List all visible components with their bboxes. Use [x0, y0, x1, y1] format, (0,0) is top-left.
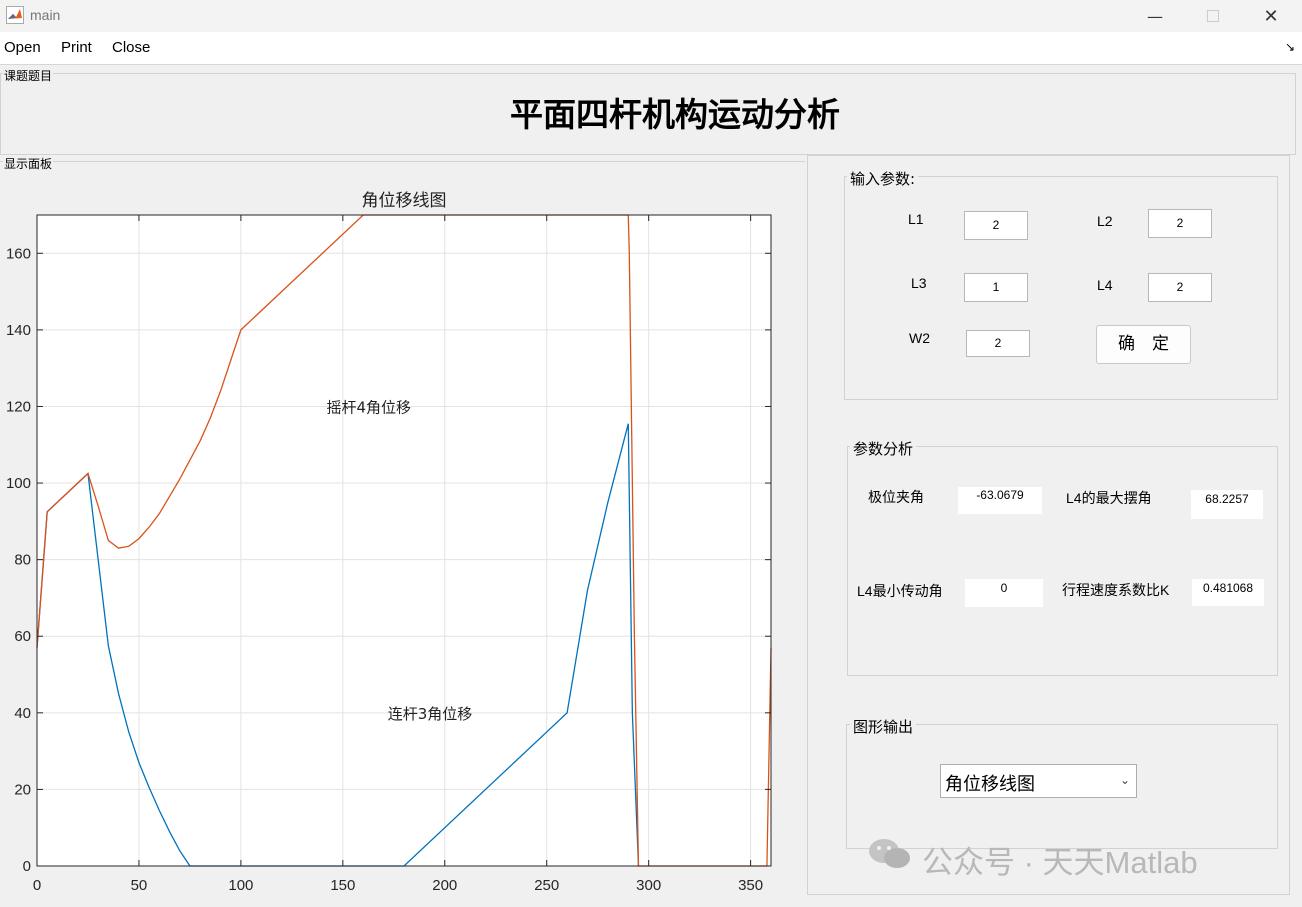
analysis-label: 参数分析	[850, 438, 917, 459]
minimize-button[interactable]: —	[1126, 0, 1184, 32]
close-icon: ✕	[1263, 5, 1279, 27]
y-tick-label: 40	[14, 705, 31, 722]
x-tick-label: 250	[534, 877, 559, 894]
display-panel-border	[0, 161, 805, 162]
display-panel-label: 显示面板	[3, 155, 54, 172]
x-tick-label: 350	[738, 877, 763, 894]
window-title: main	[30, 7, 61, 23]
graph-type-selected: 角位移线图	[945, 774, 1035, 795]
speed-ratio-value: 0.481068	[1192, 579, 1264, 606]
chart-title: 角位移线图	[362, 191, 447, 211]
y-tick-label: 160	[6, 245, 31, 262]
l2-label: L2	[1097, 213, 1113, 229]
extreme-angle-value: -63.0679	[958, 487, 1042, 514]
l1-label: L1	[908, 211, 924, 227]
w2-input[interactable]: 2	[966, 330, 1030, 357]
graph-type-select[interactable]: 角位移线图 ⌄	[940, 764, 1137, 798]
y-tick-label: 100	[6, 475, 31, 492]
max-swing-label: L4的最大摆角	[1066, 490, 1152, 506]
plot-background	[37, 215, 771, 866]
annotation-label: 摇杆4角位移	[327, 398, 412, 416]
min-transmission-value: 0	[965, 579, 1043, 607]
annotation-label: 连杆3角位移	[388, 705, 473, 723]
x-tick-label: 200	[432, 877, 457, 894]
y-tick-label: 60	[14, 628, 31, 645]
analysis-group	[847, 446, 1278, 676]
x-tick-label: 150	[330, 877, 355, 894]
output-label: 图形输出	[850, 716, 917, 737]
y-tick-label: 80	[14, 552, 31, 569]
angle-displacement-chart: 0 50 100 150 200 250 300 350 0 20 40 60 80 100 120 140 1…	[6, 191, 772, 894]
l1-input[interactable]: 2	[964, 211, 1028, 240]
max-swing-value: 68.2257	[1191, 490, 1263, 519]
menu-print[interactable]: Print	[61, 39, 92, 56]
menu-open[interactable]: Open	[4, 39, 41, 56]
chevron-down-icon: ⌄	[1119, 773, 1130, 787]
y-tick-label: 120	[6, 398, 31, 415]
matlab-app-icon	[6, 6, 24, 24]
y-tick-label: 20	[14, 781, 31, 798]
wechat-icon	[869, 839, 910, 868]
l3-label: L3	[911, 275, 927, 291]
title-panel-label: 课题题目	[3, 67, 54, 84]
x-tick-label: 50	[131, 877, 148, 894]
confirm-button[interactable]: 确 定	[1096, 325, 1191, 364]
toolbar-toggle-icon[interactable]: ↘	[1285, 40, 1295, 54]
extreme-angle-label: 极位夹角	[868, 489, 924, 505]
l3-input[interactable]: 1	[964, 273, 1028, 302]
window-title-bar	[0, 0, 1302, 32]
minimize-icon: —	[1147, 6, 1163, 26]
maximize-icon	[1207, 10, 1219, 22]
l4-input[interactable]: 2	[1148, 273, 1212, 302]
menu-close[interactable]: Close	[112, 39, 150, 56]
speed-ratio-label: 行程速度系数比K	[1062, 582, 1170, 598]
y-tick-label: 140	[6, 322, 31, 339]
maximize-button[interactable]	[1184, 0, 1242, 32]
min-transmission-label: L4最小传动角	[857, 583, 943, 599]
input-params-label: 输入参数:	[847, 168, 919, 189]
page-title: 平面四杆机构运动分析	[510, 95, 840, 134]
y-tick-label: 0	[23, 858, 31, 875]
x-tick-label: 100	[228, 877, 253, 894]
l4-label: L4	[1097, 277, 1113, 293]
close-window-button[interactable]: ✕	[1242, 0, 1300, 32]
l2-input[interactable]: 2	[1148, 209, 1212, 238]
x-tick-label: 300	[636, 877, 661, 894]
w2-label: W2	[909, 330, 930, 346]
input-params-group	[844, 176, 1278, 400]
x-tick-label: 0	[33, 877, 41, 894]
watermark-text: 公众号 · 天天Matlab	[922, 845, 1198, 880]
menu-bar	[0, 32, 1302, 65]
